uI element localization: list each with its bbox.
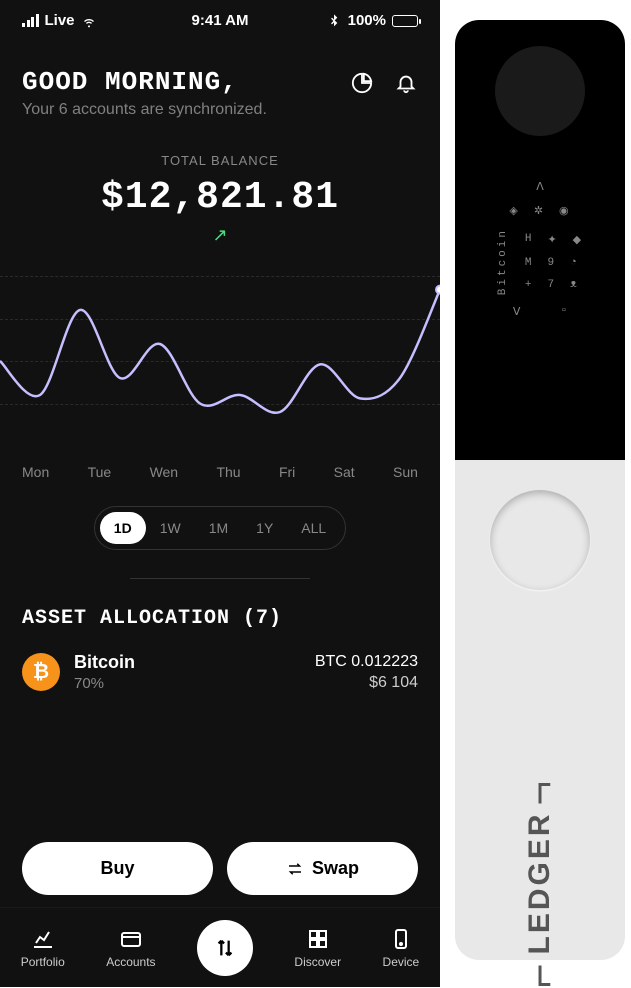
asset-value: $6 104 bbox=[315, 674, 418, 692]
range-selector: 1D1W1M1YALL bbox=[94, 506, 346, 550]
chevron-down-icon: ᐯ bbox=[513, 305, 521, 319]
nav-label: Device bbox=[383, 955, 420, 969]
carrier-label: Live bbox=[45, 12, 75, 29]
device-brand-text: LEDGER bbox=[523, 811, 557, 954]
allocation-section: ASSET ALLOCATION (7) ₿ Bitcoin 70% BTC 0… bbox=[0, 579, 440, 702]
phone-frame: Live 9:41 AM 100% GOOD MORNING, Your 6 a… bbox=[0, 0, 440, 987]
asset-row[interactable]: ₿ Bitcoin 70% BTC 0.012223 $6 104 bbox=[22, 652, 418, 692]
x-tick: Tue bbox=[88, 464, 112, 480]
asset-pct: 70% bbox=[74, 675, 135, 692]
trend-up-icon: ↗ bbox=[0, 225, 440, 246]
range-pill-all[interactable]: ALL bbox=[287, 512, 340, 544]
bluetooth-icon bbox=[326, 13, 342, 29]
battery-pct: 100% bbox=[348, 12, 386, 29]
greeting-title: GOOD MORNING, bbox=[22, 67, 267, 97]
asset-amount: BTC 0.012223 bbox=[315, 653, 418, 671]
device-top-button bbox=[495, 46, 585, 136]
device-icon bbox=[389, 927, 413, 951]
nav-label: Accounts bbox=[106, 955, 155, 969]
ledger-device: ᐱ ◈✲◉ Bitcoin H✦◆ M9◔ +7ᴥ ᐯ▫ ⌐ LEDGER ¬ bbox=[455, 20, 625, 960]
chevron-up-icon: ᐱ bbox=[536, 180, 544, 194]
device-screen-label: Bitcoin bbox=[497, 228, 509, 295]
bitcoin-icon: ₿ bbox=[22, 653, 60, 691]
greeting-subtitle: Your 6 accounts are synchronized. bbox=[22, 101, 267, 119]
device-top: ᐱ ◈✲◉ Bitcoin H✦◆ M9◔ +7ᴥ ᐯ▫ bbox=[455, 20, 625, 460]
bottom-nav: Portfolio Accounts Discover Device bbox=[0, 907, 440, 987]
allocation-title: ASSET ALLOCATION (7) bbox=[22, 607, 418, 630]
nav-portfolio[interactable]: Portfolio bbox=[21, 927, 65, 969]
device-brand: ⌐ LEDGER ¬ bbox=[523, 778, 557, 988]
asset-name: Bitcoin bbox=[74, 652, 135, 673]
status-bar: Live 9:41 AM 100% bbox=[0, 0, 440, 37]
header: GOOD MORNING, Your 6 accounts are synchr… bbox=[0, 37, 440, 129]
range-pill-1m[interactable]: 1M bbox=[195, 512, 242, 544]
buy-button[interactable]: Buy bbox=[22, 842, 213, 895]
nav-device[interactable]: Device bbox=[383, 927, 420, 969]
range-pill-1y[interactable]: 1Y bbox=[242, 512, 287, 544]
battery-icon bbox=[392, 15, 418, 27]
grid-icon bbox=[306, 927, 330, 951]
x-tick: Thu bbox=[216, 464, 240, 480]
chart-line-icon bbox=[31, 927, 55, 951]
swap-label: Swap bbox=[312, 858, 359, 879]
pie-chart-icon[interactable] bbox=[350, 71, 374, 95]
x-tick: Wen bbox=[150, 464, 179, 480]
nav-accounts[interactable]: Accounts bbox=[106, 927, 155, 969]
nav-label: Portfolio bbox=[21, 955, 65, 969]
range-pill-1w[interactable]: 1W bbox=[146, 512, 195, 544]
device-screen: ᐱ ◈✲◉ Bitcoin H✦◆ M9◔ +7ᴥ ᐯ▫ bbox=[480, 180, 600, 319]
balance-label: TOTAL BALANCE bbox=[0, 153, 440, 168]
arrows-up-down-icon bbox=[214, 937, 236, 959]
device-bottom: ⌐ LEDGER ¬ bbox=[455, 460, 625, 960]
chart: Mon Tue Wen Thu Fri Sat Sun bbox=[0, 256, 440, 480]
x-tick: Mon bbox=[22, 464, 49, 480]
buy-label: Buy bbox=[100, 858, 134, 879]
swap-icon bbox=[286, 860, 304, 878]
balance-amount: $12,821.81 bbox=[0, 176, 440, 219]
chart-line bbox=[0, 290, 440, 413]
wallet-icon bbox=[119, 927, 143, 951]
wifi-icon bbox=[81, 13, 97, 29]
x-axis-labels: Mon Tue Wen Thu Fri Sat Sun bbox=[0, 446, 440, 480]
nav-transfer-button[interactable] bbox=[197, 920, 253, 976]
range-pill-1d[interactable]: 1D bbox=[100, 512, 146, 544]
device-ring-button bbox=[490, 490, 590, 590]
nav-discover[interactable]: Discover bbox=[294, 927, 341, 969]
bell-icon[interactable] bbox=[394, 71, 418, 95]
nav-label: Discover bbox=[294, 955, 341, 969]
x-tick: Sun bbox=[393, 464, 418, 480]
x-tick: Fri bbox=[279, 464, 295, 480]
signal-icon bbox=[22, 14, 39, 27]
x-tick: Sat bbox=[334, 464, 355, 480]
balance-block: TOTAL BALANCE $12,821.81 ↗ bbox=[0, 129, 440, 256]
clock: 9:41 AM bbox=[192, 12, 249, 29]
chart-endpoint-dot bbox=[436, 286, 440, 294]
swap-button[interactable]: Swap bbox=[227, 842, 418, 895]
action-buttons: Buy Swap bbox=[0, 842, 440, 895]
